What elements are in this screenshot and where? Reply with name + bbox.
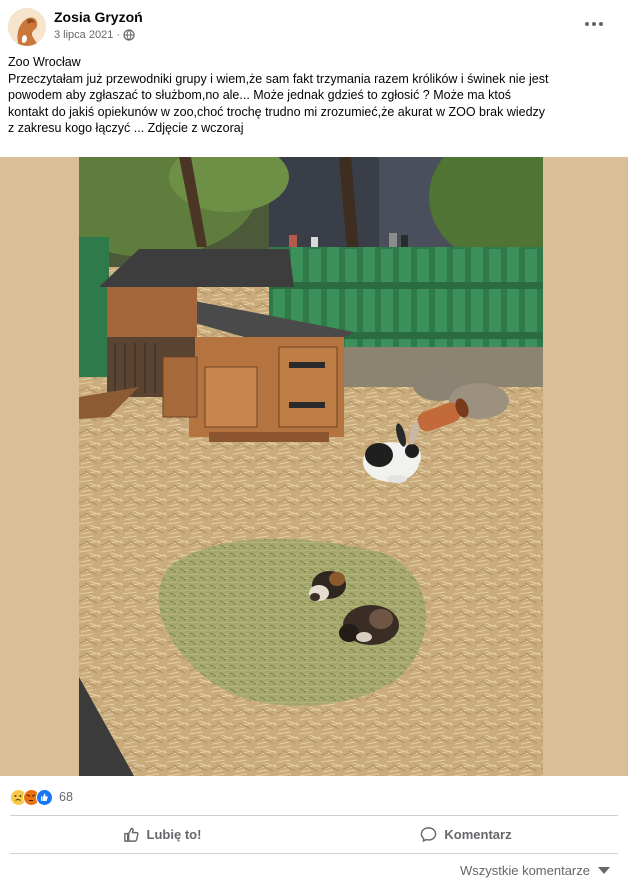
photo-rabbit-guinea-pigs-enclosure	[79, 157, 543, 776]
like-reaction-icon	[36, 788, 53, 806]
divider	[10, 815, 618, 816]
meta-separator: ·	[116, 29, 120, 41]
like-label: Lubię to!	[146, 826, 202, 842]
post-actions: Lubię to! Komentarz	[10, 817, 618, 851]
post-text-line: kontakt do jakiś opiekunów w zoo,choć tr…	[8, 104, 546, 119]
caret-down-icon	[598, 867, 610, 874]
more-options-icon[interactable]	[582, 14, 606, 34]
post-title-line: Zoo Wrocław	[8, 55, 81, 69]
divider	[10, 853, 618, 854]
post-text-line: z zakresu kogo łączyć ... Zdjęcie z wczo…	[8, 121, 244, 135]
post-photo[interactable]	[79, 157, 543, 776]
reactions-summary[interactable]: 68	[10, 788, 73, 806]
globe-icon	[123, 29, 135, 41]
comment-button[interactable]: Komentarz	[314, 817, 618, 851]
reactions-count[interactable]: 68	[59, 790, 73, 804]
thumbs-up-icon	[123, 827, 139, 842]
avatar[interactable]	[8, 8, 46, 46]
comment-label: Komentarz	[444, 826, 512, 842]
comments-filter-label: Wszystkie komentarze	[459, 863, 590, 878]
post-text-line: Przeczytałam już przewodniki grupy i wie…	[8, 71, 549, 86]
comment-icon	[421, 826, 437, 842]
photo-container[interactable]	[0, 157, 628, 776]
author-name[interactable]: Zosia Gryzoń	[54, 9, 143, 25]
like-button[interactable]: Lubię to!	[10, 817, 314, 851]
avatar-image	[8, 8, 46, 46]
post-meta: 3 lipca 2021 ·	[54, 29, 135, 41]
comments-filter-dropdown[interactable]: Wszystkie komentarze	[460, 863, 610, 878]
post-text-line: powodem aby zgłaszać to służbom,no ale..…	[8, 88, 512, 102]
post-date[interactable]: 3 lipca 2021	[54, 29, 113, 41]
post-header: Zosia Gryzoń 3 lipca 2021 ·	[0, 0, 628, 50]
post-text: Zoo Wrocław Przeczytałam już przewodniki…	[8, 54, 616, 137]
